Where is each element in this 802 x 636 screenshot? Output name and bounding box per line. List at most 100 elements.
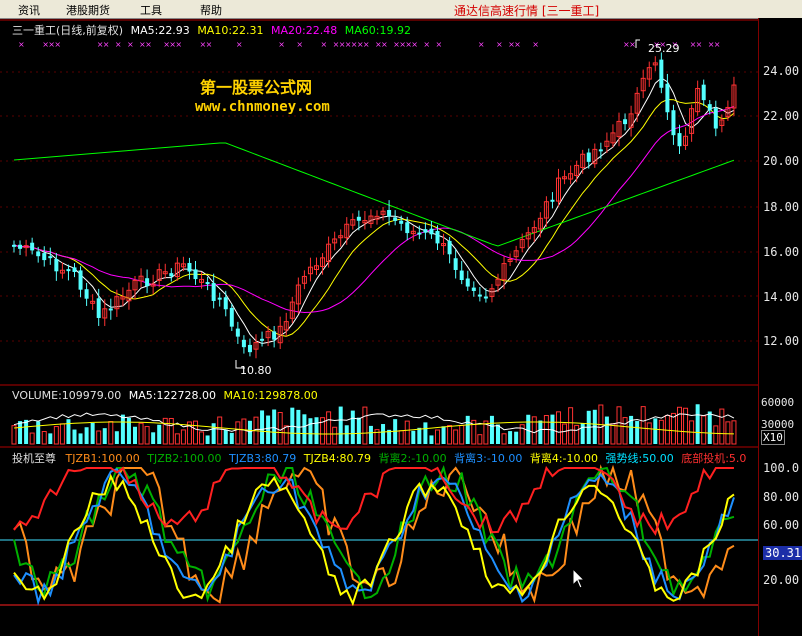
menu-item-help[interactable]: 帮助 bbox=[200, 2, 222, 18]
tjzb3-label: TJZB3:80.79 bbox=[229, 452, 297, 465]
candle-down bbox=[387, 209, 392, 217]
candle-down bbox=[405, 222, 410, 234]
volume-bar-up bbox=[277, 412, 283, 445]
candle-down bbox=[459, 270, 464, 281]
candle-down bbox=[66, 269, 71, 272]
signal-marker: × bbox=[696, 40, 703, 49]
volume-bar-down bbox=[580, 422, 585, 444]
candle-down bbox=[477, 294, 482, 297]
volume-bar-up bbox=[731, 420, 737, 445]
menu-item-tools[interactable]: 工具 bbox=[140, 2, 162, 18]
candle-down bbox=[229, 307, 234, 327]
volume-bar-down bbox=[604, 416, 609, 444]
volume-bar-down bbox=[338, 406, 343, 444]
candle-down bbox=[483, 296, 488, 299]
signal-marker: × bbox=[103, 40, 110, 49]
signal-marker: × bbox=[423, 40, 430, 49]
watermark-url: www.chnmoney.com bbox=[195, 99, 330, 115]
volume-bar-up bbox=[719, 408, 725, 445]
indicator-tick: 20.00 bbox=[763, 573, 800, 587]
volume-bar-down bbox=[120, 414, 125, 444]
volume-bar-up bbox=[326, 411, 332, 445]
candle-down bbox=[42, 253, 47, 261]
volume-bar-down bbox=[102, 428, 107, 444]
price-tick: 16.00 bbox=[763, 245, 800, 259]
volume-bar-down bbox=[223, 429, 228, 444]
volume-bar-down bbox=[429, 435, 434, 444]
volume-bar-down bbox=[368, 425, 373, 444]
candle-down bbox=[677, 133, 682, 147]
volume-bar-down bbox=[24, 419, 29, 444]
volume-bar-down bbox=[18, 421, 23, 444]
volume-bar-up bbox=[235, 421, 241, 445]
volume-bar-up bbox=[658, 419, 664, 445]
volume-bar-up bbox=[477, 434, 483, 445]
volume-bar-up bbox=[459, 424, 465, 445]
volume-ma5-label: MA5:122728.00 bbox=[128, 389, 216, 402]
signal-marker: × bbox=[496, 40, 503, 49]
candle-down bbox=[471, 287, 476, 291]
window-title: 通达信高速行情 [三一重工] bbox=[454, 4, 600, 18]
candle-down bbox=[193, 269, 198, 280]
volume-bar-up bbox=[574, 424, 580, 445]
volume-bar-up bbox=[168, 417, 174, 445]
candle-down bbox=[399, 220, 404, 224]
volume-bar-down bbox=[465, 415, 470, 444]
candle-down bbox=[465, 278, 470, 287]
volume-bar-up bbox=[199, 431, 205, 445]
indicator-header: 投机至尊 TJZB1:100.00 TJZB2:100.00 TJZB3:80.… bbox=[12, 450, 746, 466]
candle-down bbox=[36, 251, 41, 257]
stock-label: 三一重工(日线,前复权) bbox=[12, 24, 124, 37]
volume-bar-down bbox=[314, 417, 319, 444]
menu-item-info[interactable]: 资讯 bbox=[18, 2, 40, 18]
volume-bar-down bbox=[508, 431, 513, 444]
signal-marker: × bbox=[532, 40, 539, 49]
indicator-tick: 100.0 bbox=[763, 461, 800, 475]
stock-chart[interactable]: × × × × × × × × × × × × × × × × × × × × × × × × × × × × × × × × × × × × × × × ×… bbox=[0, 18, 758, 636]
high-pointer bbox=[635, 39, 640, 48]
volume-bar-down bbox=[151, 432, 156, 444]
signal-marker: × bbox=[278, 40, 285, 49]
price-header: 三一重工(日线,前复权) MA5:22.93 MA10:22.31 MA20:2… bbox=[12, 22, 411, 38]
volume-bar-up bbox=[283, 425, 289, 445]
volume-bar-up bbox=[398, 430, 404, 445]
volume-bar-down bbox=[695, 404, 700, 444]
volume-bar-down bbox=[133, 426, 137, 444]
volume-bar-up bbox=[562, 423, 568, 445]
candle-down bbox=[223, 297, 228, 310]
volume-bar-up bbox=[683, 407, 689, 445]
menu-item-hk-futures[interactable]: 港股期货 bbox=[66, 2, 110, 18]
volume-bar-down bbox=[114, 431, 119, 444]
volume-bar-down bbox=[36, 421, 41, 444]
volume-bar-up bbox=[501, 433, 507, 445]
volume-bar-up bbox=[453, 429, 459, 445]
indicator-tick: 80.00 bbox=[763, 490, 800, 504]
candle-down bbox=[30, 242, 35, 251]
volume-bar-up bbox=[701, 415, 707, 445]
candle-down bbox=[78, 270, 83, 290]
divergence4-label: 背离4:-10.00 bbox=[529, 452, 599, 465]
tjzb4-label: TJZB4:80.79 bbox=[303, 452, 371, 465]
volume-bar-up bbox=[556, 411, 561, 445]
signal-marker: × bbox=[321, 40, 328, 49]
signal-marker: × bbox=[436, 40, 443, 49]
candle-down bbox=[586, 152, 591, 162]
volume-bar-up bbox=[610, 423, 616, 445]
candle-down bbox=[54, 259, 59, 272]
volume-bar-down bbox=[48, 433, 53, 444]
candle-down bbox=[671, 110, 676, 136]
volume-bar-up bbox=[677, 406, 682, 445]
candlestick-series bbox=[12, 52, 737, 359]
volume-bar-up bbox=[174, 433, 180, 445]
signal-marker: × bbox=[363, 40, 370, 49]
volume-bar-up bbox=[138, 422, 144, 445]
candle-down bbox=[247, 344, 252, 353]
volume-bar-down bbox=[356, 417, 361, 444]
volume-bar-down bbox=[707, 411, 712, 444]
ma10-line bbox=[13, 98, 735, 337]
volume-bar-up bbox=[447, 425, 453, 445]
volume-tick: 60000 bbox=[761, 396, 795, 409]
tjzb2-label: TJZB2:100.00 bbox=[147, 452, 222, 465]
signal-marker: × bbox=[714, 40, 721, 49]
volume-bar-up bbox=[435, 429, 440, 445]
